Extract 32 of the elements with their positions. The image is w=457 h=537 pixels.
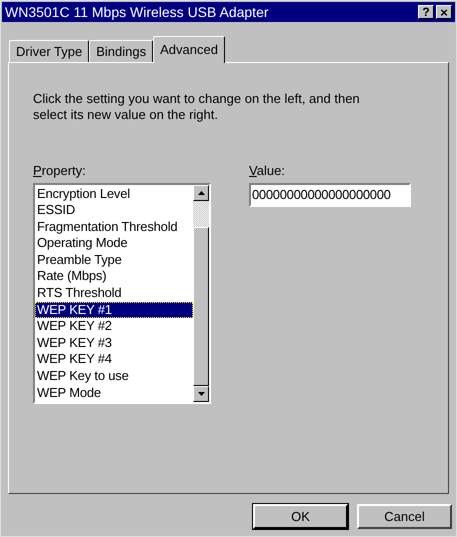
list-item[interactable]: WEP KEY #3 xyxy=(35,334,193,352)
list-item[interactable]: WEP KEY #1 xyxy=(35,302,193,318)
tab[interactable]: Advanced xyxy=(153,36,225,63)
value-label: Value: xyxy=(249,162,285,180)
up-arrow-icon xyxy=(198,190,204,194)
instructions-text: Click the setting you want to change on the left, and then select its new value on the right. xyxy=(33,91,361,123)
tab[interactable]: Bindings xyxy=(89,40,154,62)
property-listbox[interactable]: Encryption Level ESSID Fragmentation Threshold Operating Mode Preamble Type Rate (Mbps) RTS Threshold WEP KEY #1 WEP KEY #2 WEP KEY #3 WEP KEY #4 WEP Key to use WEP Mode xyxy=(33,182,211,404)
value-field[interactable]: 00000000000000000000 xyxy=(249,182,411,206)
dialog-button[interactable]: Cancel xyxy=(357,504,452,529)
list-item[interactable]: RTS Threshold xyxy=(35,285,193,302)
list-item[interactable]: Encryption Level xyxy=(35,186,193,202)
close-button[interactable]: × xyxy=(436,5,452,19)
scroll-up-button[interactable] xyxy=(193,184,209,200)
help-button[interactable]: ? xyxy=(418,5,434,19)
window-title: WN3501C 11 Mbps Wireless USB Adapter xyxy=(5,2,270,22)
scrollbar[interactable] xyxy=(193,184,209,402)
list-item[interactable]: WEP KEY #4 xyxy=(35,351,193,368)
list-item[interactable]: Fragmentation Threshold xyxy=(35,218,193,236)
scroll-thumb[interactable] xyxy=(193,226,209,386)
list-item[interactable]: Rate (Mbps) xyxy=(35,268,193,286)
list-item[interactable]: Operating Mode xyxy=(35,235,193,252)
list-item[interactable]: WEP Mode xyxy=(35,384,193,402)
list-item[interactable]: Preamble Type xyxy=(35,252,193,268)
property-label: Property: xyxy=(33,162,86,180)
list-item[interactable]: ESSID xyxy=(35,202,193,219)
dialog-button[interactable]: OK xyxy=(253,504,348,529)
tab[interactable]: Driver Type xyxy=(9,40,90,62)
list-item[interactable]: WEP KEY #2 xyxy=(35,318,193,335)
scroll-down-button[interactable] xyxy=(193,386,209,402)
down-arrow-icon xyxy=(198,392,204,396)
list-item[interactable]: WEP Key to use xyxy=(35,368,193,385)
